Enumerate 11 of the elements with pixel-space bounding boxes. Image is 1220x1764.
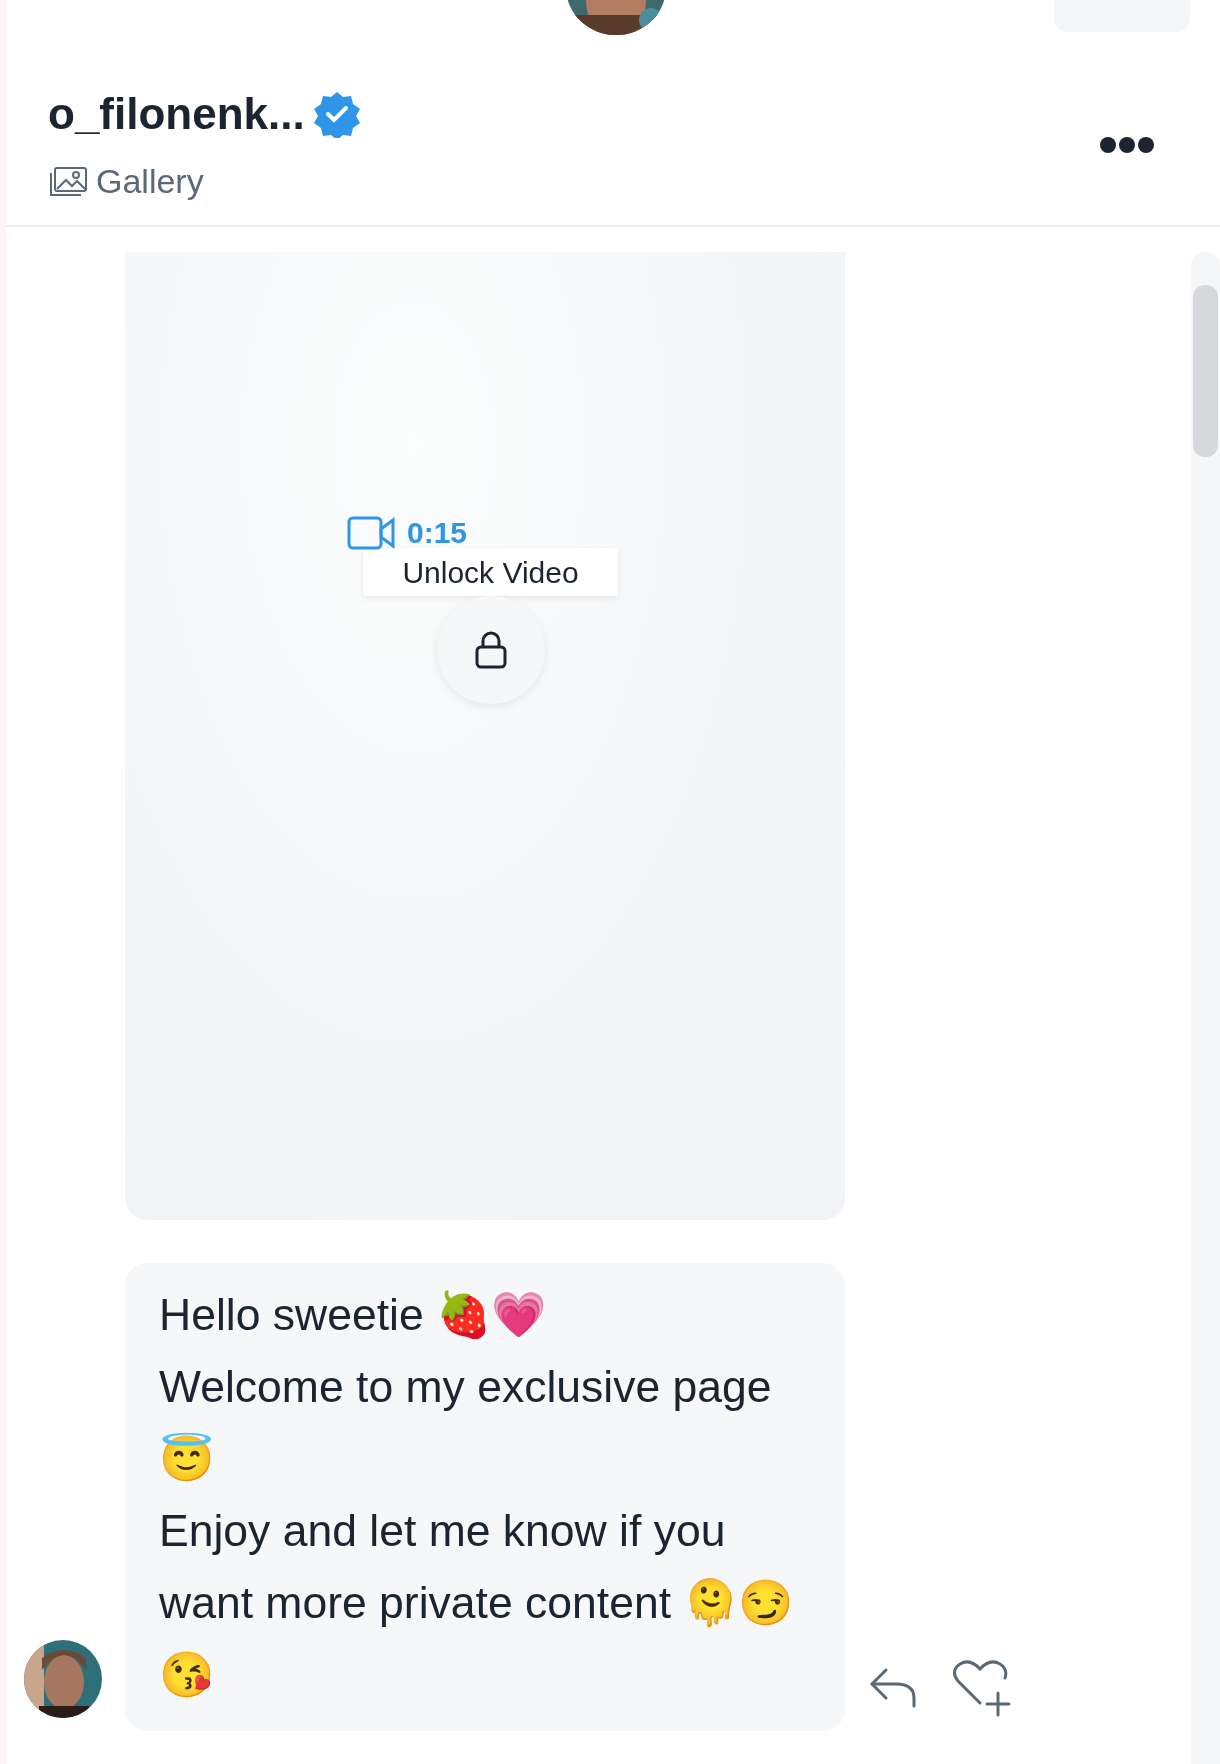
gallery-icon <box>48 164 88 199</box>
username: o_filonenk... <box>48 90 305 139</box>
video-duration: 0:15 <box>407 515 468 551</box>
gallery-label: Gallery <box>96 161 204 203</box>
message-text: Welcome to my exclusive page 😇 <box>159 1361 773 1485</box>
lock-icon <box>474 630 508 670</box>
unlock-video-button[interactable]: Unlock Video <box>363 548 618 596</box>
video-camera-icon <box>347 515 397 550</box>
message-text: Hello sweetie 🍓💗 <box>159 1289 548 1342</box>
message-text: Enjoy and let me know if you want more private content 🫠😏😘 <box>159 1505 795 1701</box>
scrollbar[interactable] <box>1191 252 1220 1764</box>
